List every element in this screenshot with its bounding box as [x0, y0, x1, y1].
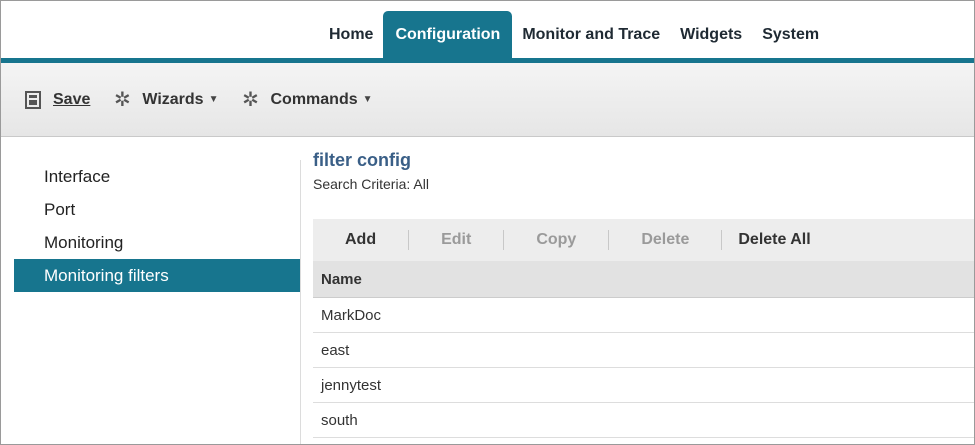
- sidebar: Interface Port Monitoring Monitoring fil…: [14, 160, 301, 444]
- delete-all-button[interactable]: Delete All: [722, 231, 842, 249]
- add-button[interactable]: Add: [313, 231, 408, 249]
- toolbar: Save ✲ Wizards ▼ ✲ Commands ▼: [1, 63, 974, 137]
- tab-system[interactable]: System: [752, 11, 829, 58]
- sidebar-item-interface[interactable]: Interface: [14, 160, 300, 193]
- nav-tabs: Home Configuration Monitor and Trace Wid…: [319, 11, 829, 58]
- wizards-label: Wizards: [142, 90, 204, 108]
- content-area: Interface Port Monitoring Monitoring fil…: [1, 138, 974, 444]
- commands-label: Commands: [270, 90, 358, 108]
- filters-table: Name MarkDoc east jennytest south: [313, 261, 974, 438]
- sidebar-item-port[interactable]: Port: [14, 193, 300, 226]
- tab-home[interactable]: Home: [319, 11, 383, 58]
- tab-widgets[interactable]: Widgets: [670, 11, 752, 58]
- table-row[interactable]: south: [313, 403, 974, 438]
- save-icon: [25, 90, 41, 109]
- chevron-down-icon: ▼: [362, 94, 373, 105]
- save-button[interactable]: Save: [25, 90, 91, 109]
- edit-button[interactable]: Edit: [409, 231, 503, 249]
- top-navigation: Home Configuration Monitor and Trace Wid…: [1, 1, 974, 63]
- sidebar-item-monitoring[interactable]: Monitoring: [14, 226, 300, 259]
- table-row[interactable]: east: [313, 333, 974, 368]
- save-label: Save: [53, 90, 91, 108]
- page-title: filter config: [313, 150, 411, 170]
- commands-menu-button[interactable]: ✲ Commands ▼: [240, 90, 372, 110]
- sidebar-item-monitoring-filters[interactable]: Monitoring filters: [14, 259, 300, 292]
- search-criteria: Search Criteria: All: [313, 176, 429, 192]
- main-panel: filter config Search Criteria: All Add E…: [313, 150, 974, 438]
- copy-button[interactable]: Copy: [504, 231, 608, 249]
- tab-configuration[interactable]: Configuration: [383, 11, 513, 58]
- table-row[interactable]: MarkDoc: [313, 298, 974, 333]
- column-header-name[interactable]: Name: [313, 261, 974, 298]
- gear-icon: ✲: [113, 88, 131, 111]
- gear-icon: ✲: [242, 88, 259, 111]
- chevron-down-icon: ▼: [208, 94, 219, 105]
- tab-monitor-and-trace[interactable]: Monitor and Trace: [512, 11, 670, 58]
- action-bar: Add Edit Copy Delete Delete All: [313, 219, 974, 261]
- delete-button[interactable]: Delete: [609, 231, 721, 249]
- table-row[interactable]: jennytest: [313, 368, 974, 403]
- app-window: Home Configuration Monitor and Trace Wid…: [0, 0, 975, 445]
- wizards-menu-button[interactable]: ✲ Wizards ▼: [112, 88, 219, 111]
